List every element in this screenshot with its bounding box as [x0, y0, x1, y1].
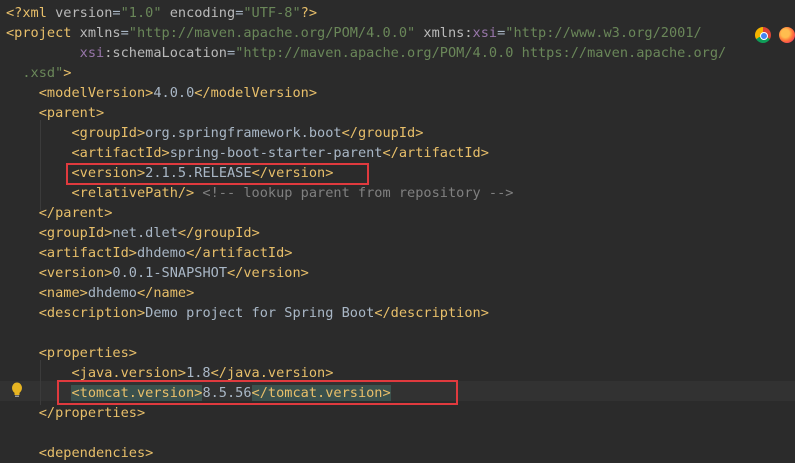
code-line[interactable]: <artifactId>dhdemo</artifactId> — [6, 243, 293, 263]
code-token: <groupId> — [71, 125, 146, 141]
code-token: <groupId> — [38, 225, 113, 241]
code-token: dhdemo — [87, 285, 137, 301]
code-token: </modelVersion> — [194, 85, 318, 101]
code-line[interactable]: <relativePath/> <!-- lookup parent from … — [6, 183, 513, 203]
code-token: <project — [6, 25, 80, 41]
code-line[interactable]: <description>Demo project for Spring Boo… — [6, 303, 489, 323]
code-token: </parent> — [38, 205, 113, 221]
code-line[interactable]: <groupId>net.dlet</groupId> — [6, 223, 260, 243]
code-token: </java.version> — [210, 365, 334, 381]
code-token: encoding — [161, 5, 236, 21]
code-line[interactable]: <parent> — [6, 103, 104, 123]
code-editor[interactable]: <?xml version="1.0" encoding="UTF-8"?> <p… — [0, 0, 795, 461]
code-token: 0.0.1-SNAPSHOT — [112, 265, 227, 281]
code-token: <relativePath/> — [71, 185, 195, 201]
code-token: </name> — [136, 285, 195, 301]
code-token: <properties> — [38, 345, 137, 361]
code-token: </version> — [227, 265, 309, 281]
code-token: </groupId> — [177, 225, 260, 241]
code-token: <artifactId> — [38, 245, 137, 261]
code-token: .xsd" — [6, 65, 64, 81]
code-line[interactable]: <properties> — [6, 343, 137, 363]
code-token: "http://maven.apache.org/POM/4.0.0" — [128, 25, 416, 41]
code-token: :schemaLocation — [104, 45, 227, 61]
code-line[interactable]: <?xml version="1.0" encoding="UTF-8"?> — [6, 3, 317, 23]
code-token: dhdemo — [136, 245, 187, 261]
code-token: "UTF-8" — [243, 5, 301, 21]
code-line[interactable]: <name>dhdemo</name> — [6, 283, 195, 303]
firefox-icon[interactable] — [779, 27, 795, 43]
code-token: net.dlet — [112, 225, 178, 241]
code-line[interactable]: <groupId>org.springframework.boot</group… — [6, 123, 423, 143]
code-token: </groupId> — [341, 125, 424, 141]
code-token: </properties> — [38, 405, 146, 421]
lightbulb-icon[interactable] — [10, 381, 24, 399]
code-token: </description> — [374, 305, 489, 321]
chrome-icon[interactable] — [755, 27, 771, 43]
code-token: xsi — [79, 45, 105, 61]
code-line[interactable]: <modelVersion>4.0.0</modelVersion> — [6, 83, 317, 103]
code-line[interactable]: </parent> — [6, 203, 113, 223]
code-token: <version> — [38, 265, 113, 281]
code-token: = — [112, 5, 121, 21]
code-token: xsi — [472, 25, 498, 41]
code-token: org.springframework.boot — [145, 125, 342, 141]
code-token: 1.8 — [186, 365, 211, 381]
code-line[interactable]: <dependencies> — [6, 443, 154, 463]
code-token: <?xml — [6, 5, 56, 21]
code-token: = — [120, 25, 129, 41]
code-token: <dependencies> — [38, 445, 154, 461]
code-token: </artifactId> — [382, 145, 489, 161]
code-line[interactable]: <project xmlns="http://maven.apache.org/… — [6, 23, 702, 43]
code-token: <artifactId> — [71, 145, 170, 161]
code-token: spring-boot-starter-parent — [169, 145, 383, 161]
code-token: "http://maven.apache.org/POM/4.0.0 https… — [235, 45, 727, 61]
code-token: <java.version> — [71, 365, 187, 381]
code-token: Demo project for Spring Boot — [145, 305, 375, 321]
code-token: xmlns — [79, 25, 121, 41]
code-line[interactable]: <version>0.0.1-SNAPSHOT</version> — [6, 263, 309, 283]
code-line[interactable]: <artifactId>spring-boot-starter-parent</… — [6, 143, 489, 163]
code-token: "http://www.w3.org/2001/ — [505, 25, 702, 41]
annotation-box-tomcat-version — [57, 380, 458, 405]
code-token: <parent> — [38, 105, 105, 121]
code-line[interactable]: .xsd"> — [6, 63, 71, 83]
code-token: <modelVersion> — [38, 85, 154, 101]
code-token: = — [227, 45, 236, 61]
code-token: </artifactId> — [186, 245, 293, 261]
code-line[interactable]: </properties> — [6, 403, 145, 423]
code-token: <name> — [38, 285, 88, 301]
code-token: 4.0.0 — [153, 85, 195, 101]
code-token: ?> — [300, 5, 318, 21]
code-token: <!-- lookup parent from repository --> — [194, 185, 514, 201]
code-token: <description> — [38, 305, 146, 321]
code-token: version — [55, 5, 113, 21]
code-token: xmlns: — [415, 25, 473, 41]
code-token: > — [63, 65, 72, 81]
code-token: "1.0" — [120, 5, 162, 21]
code-line[interactable]: xsi:schemaLocation="http://maven.apache.… — [6, 43, 727, 63]
annotation-box-parent-version — [66, 163, 369, 185]
